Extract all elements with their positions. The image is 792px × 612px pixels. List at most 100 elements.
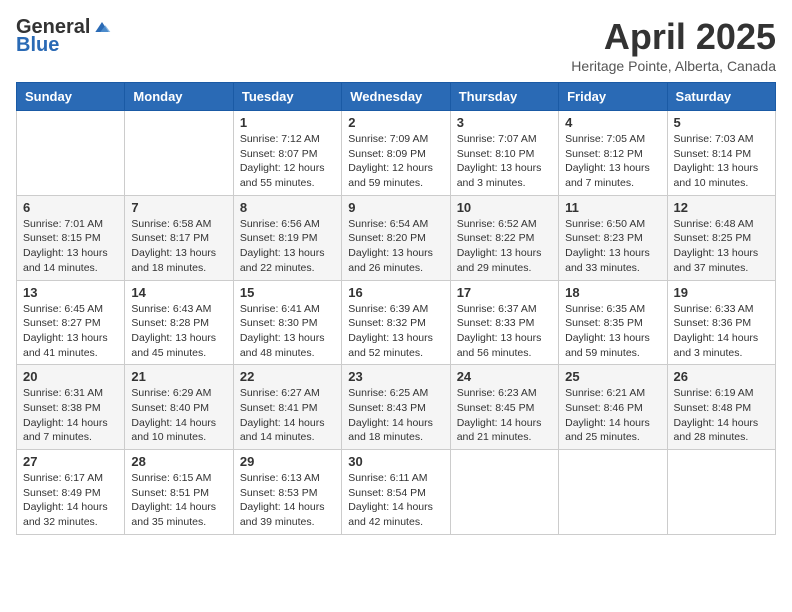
day-info: Sunrise: 6:11 AM Sunset: 8:54 PM Dayligh… xyxy=(348,471,443,530)
calendar-day-cell: 1 Sunrise: 7:12 AM Sunset: 8:07 PM Daylig… xyxy=(233,111,341,196)
day-number: 1 xyxy=(240,115,335,130)
day-number: 13 xyxy=(23,285,118,300)
calendar-day-cell: 28 Sunrise: 6:15 AM Sunset: 8:51 PM Dayli… xyxy=(125,450,233,535)
day-number: 29 xyxy=(240,454,335,469)
calendar-day-cell: 10 Sunrise: 6:52 AM Sunset: 8:22 PM Dayli… xyxy=(450,195,558,280)
calendar-day-cell: 16Sunrise: 6:39 AM Sunset: 8:32 PM Dayli… xyxy=(342,280,450,365)
day-number: 9 xyxy=(348,200,443,215)
calendar-day-cell: 6 Sunrise: 7:01 AM Sunset: 8:15 PM Daylig… xyxy=(17,195,125,280)
calendar-day-cell: 20Sunrise: 6:31 AM Sunset: 8:38 PM Dayli… xyxy=(17,365,125,450)
calendar-day-cell xyxy=(450,450,558,535)
day-info: Sunrise: 6:45 AM Sunset: 8:27 PM Dayligh… xyxy=(23,302,118,361)
day-info: Sunrise: 7:09 AM Sunset: 8:09 PM Dayligh… xyxy=(348,132,443,191)
calendar-header-row: SundayMondayTuesdayWednesdayThursdayFrid… xyxy=(17,83,776,111)
calendar-day-cell: 25 Sunrise: 6:21 AM Sunset: 8:46 PM Dayli… xyxy=(559,365,667,450)
calendar-day-cell xyxy=(667,450,775,535)
day-info: Sunrise: 7:05 AM Sunset: 8:12 PM Dayligh… xyxy=(565,132,660,191)
day-number: 23 xyxy=(348,369,443,384)
logo-text: General Blue xyxy=(16,16,112,56)
day-number: 3 xyxy=(457,115,552,130)
calendar-day-cell: 19 Sunrise: 6:33 AM Sunset: 8:36 PM Dayli… xyxy=(667,280,775,365)
calendar-day-cell: 18Sunrise: 6:35 AM Sunset: 8:35 PM Dayli… xyxy=(559,280,667,365)
day-of-week-header: Wednesday xyxy=(342,83,450,111)
calendar-day-cell: 29 Sunrise: 6:13 AM Sunset: 8:53 PM Dayli… xyxy=(233,450,341,535)
day-number: 6 xyxy=(23,200,118,215)
day-number: 28 xyxy=(131,454,226,469)
day-number: 5 xyxy=(674,115,769,130)
day-number: 11 xyxy=(565,200,660,215)
calendar-day-cell: 13 Sunrise: 6:45 AM Sunset: 8:27 PM Dayli… xyxy=(17,280,125,365)
calendar-day-cell: 17Sunrise: 6:37 AM Sunset: 8:33 PM Dayli… xyxy=(450,280,558,365)
day-number: 10 xyxy=(457,200,552,215)
calendar-day-cell: 22 Sunrise: 6:27 AM Sunset: 8:41 PM Dayli… xyxy=(233,365,341,450)
calendar-week-row: 1 Sunrise: 7:12 AM Sunset: 8:07 PM Daylig… xyxy=(17,111,776,196)
calendar-day-cell: 15 Sunrise: 6:41 AM Sunset: 8:30 PM Dayli… xyxy=(233,280,341,365)
title-block: April 2025 Heritage Pointe, Alberta, Can… xyxy=(571,16,776,74)
day-number: 26 xyxy=(674,369,769,384)
day-of-week-header: Tuesday xyxy=(233,83,341,111)
day-info: Sunrise: 6:56 AM Sunset: 8:19 PM Dayligh… xyxy=(240,217,335,276)
day-number: 7 xyxy=(131,200,226,215)
calendar-day-cell: 5Sunrise: 7:03 AM Sunset: 8:14 PM Daylig… xyxy=(667,111,775,196)
page-header: General Blue April 2025 Heritage Pointe,… xyxy=(16,16,776,74)
day-info: Sunrise: 6:43 AM Sunset: 8:28 PM Dayligh… xyxy=(131,302,226,361)
calendar-day-cell: 14Sunrise: 6:43 AM Sunset: 8:28 PM Dayli… xyxy=(125,280,233,365)
day-number: 25 xyxy=(565,369,660,384)
calendar-day-cell: 12 Sunrise: 6:48 AM Sunset: 8:25 PM Dayli… xyxy=(667,195,775,280)
day-info: Sunrise: 6:54 AM Sunset: 8:20 PM Dayligh… xyxy=(348,217,443,276)
day-info: Sunrise: 6:27 AM Sunset: 8:41 PM Dayligh… xyxy=(240,386,335,445)
day-info: Sunrise: 6:48 AM Sunset: 8:25 PM Dayligh… xyxy=(674,217,769,276)
day-info: Sunrise: 6:33 AM Sunset: 8:36 PM Dayligh… xyxy=(674,302,769,361)
location: Heritage Pointe, Alberta, Canada xyxy=(571,58,776,74)
day-number: 24 xyxy=(457,369,552,384)
calendar-week-row: 20Sunrise: 6:31 AM Sunset: 8:38 PM Dayli… xyxy=(17,365,776,450)
day-info: Sunrise: 6:15 AM Sunset: 8:51 PM Dayligh… xyxy=(131,471,226,530)
day-number: 20 xyxy=(23,369,118,384)
calendar-day-cell: 8 Sunrise: 6:56 AM Sunset: 8:19 PM Daylig… xyxy=(233,195,341,280)
day-number: 2 xyxy=(348,115,443,130)
day-info: Sunrise: 6:19 AM Sunset: 8:48 PM Dayligh… xyxy=(674,386,769,445)
day-info: Sunrise: 6:50 AM Sunset: 8:23 PM Dayligh… xyxy=(565,217,660,276)
day-info: Sunrise: 6:23 AM Sunset: 8:45 PM Dayligh… xyxy=(457,386,552,445)
day-info: Sunrise: 6:39 AM Sunset: 8:32 PM Dayligh… xyxy=(348,302,443,361)
day-info: Sunrise: 7:01 AM Sunset: 8:15 PM Dayligh… xyxy=(23,217,118,276)
month-title: April 2025 xyxy=(571,16,776,58)
day-number: 30 xyxy=(348,454,443,469)
calendar-day-cell xyxy=(125,111,233,196)
day-of-week-header: Saturday xyxy=(667,83,775,111)
logo-blue: Blue xyxy=(16,34,112,56)
day-number: 4 xyxy=(565,115,660,130)
day-of-week-header: Friday xyxy=(559,83,667,111)
day-info: Sunrise: 6:41 AM Sunset: 8:30 PM Dayligh… xyxy=(240,302,335,361)
day-info: Sunrise: 6:21 AM Sunset: 8:46 PM Dayligh… xyxy=(565,386,660,445)
calendar-day-cell: 3 Sunrise: 7:07 AM Sunset: 8:10 PM Daylig… xyxy=(450,111,558,196)
logo: General Blue xyxy=(16,16,112,56)
calendar-day-cell: 7 Sunrise: 6:58 AM Sunset: 8:17 PM Daylig… xyxy=(125,195,233,280)
day-number: 17 xyxy=(457,285,552,300)
calendar-day-cell xyxy=(559,450,667,535)
calendar-day-cell: 27Sunrise: 6:17 AM Sunset: 8:49 PM Dayli… xyxy=(17,450,125,535)
day-of-week-header: Thursday xyxy=(450,83,558,111)
calendar-day-cell xyxy=(17,111,125,196)
calendar-week-row: 13 Sunrise: 6:45 AM Sunset: 8:27 PM Dayli… xyxy=(17,280,776,365)
day-info: Sunrise: 6:52 AM Sunset: 8:22 PM Dayligh… xyxy=(457,217,552,276)
calendar-day-cell: 21Sunrise: 6:29 AM Sunset: 8:40 PM Dayli… xyxy=(125,365,233,450)
day-number: 8 xyxy=(240,200,335,215)
day-info: Sunrise: 6:35 AM Sunset: 8:35 PM Dayligh… xyxy=(565,302,660,361)
day-number: 15 xyxy=(240,285,335,300)
day-number: 19 xyxy=(674,285,769,300)
calendar-week-row: 27Sunrise: 6:17 AM Sunset: 8:49 PM Dayli… xyxy=(17,450,776,535)
day-info: Sunrise: 6:58 AM Sunset: 8:17 PM Dayligh… xyxy=(131,217,226,276)
day-number: 12 xyxy=(674,200,769,215)
calendar-day-cell: 30 Sunrise: 6:11 AM Sunset: 8:54 PM Dayli… xyxy=(342,450,450,535)
day-info: Sunrise: 7:07 AM Sunset: 8:10 PM Dayligh… xyxy=(457,132,552,191)
day-info: Sunrise: 6:29 AM Sunset: 8:40 PM Dayligh… xyxy=(131,386,226,445)
calendar-table: SundayMondayTuesdayWednesdayThursdayFrid… xyxy=(16,82,776,535)
calendar-day-cell: 24 Sunrise: 6:23 AM Sunset: 8:45 PM Dayli… xyxy=(450,365,558,450)
day-number: 27 xyxy=(23,454,118,469)
day-info: Sunrise: 7:12 AM Sunset: 8:07 PM Dayligh… xyxy=(240,132,335,191)
day-info: Sunrise: 6:25 AM Sunset: 8:43 PM Dayligh… xyxy=(348,386,443,445)
day-number: 22 xyxy=(240,369,335,384)
day-of-week-header: Monday xyxy=(125,83,233,111)
day-info: Sunrise: 6:13 AM Sunset: 8:53 PM Dayligh… xyxy=(240,471,335,530)
